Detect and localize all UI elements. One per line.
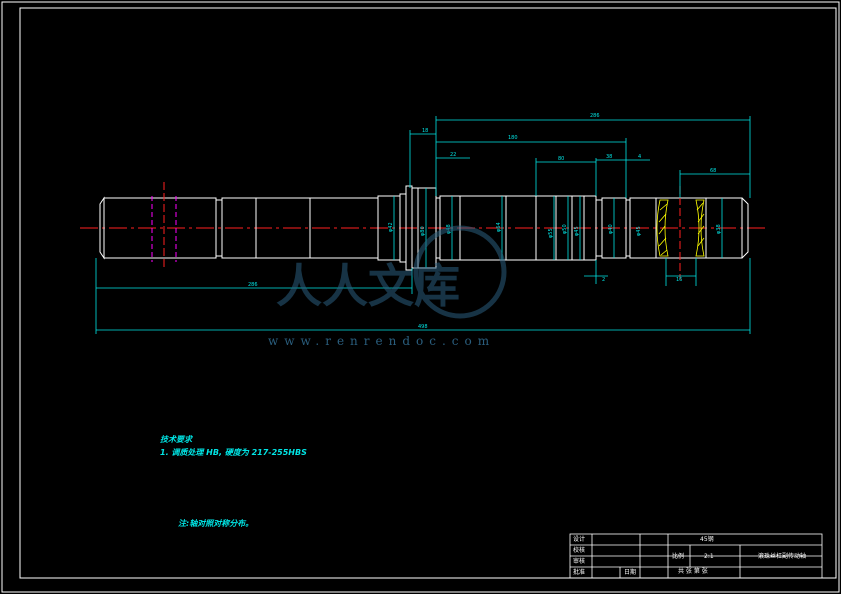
dia-8: φ40 [608, 224, 614, 234]
dim-mid-b: 38 [606, 154, 612, 160]
tb-drawing-name: 滚珠丝杠副传动轴 [758, 553, 807, 560]
tb-checker-label: 校核 [573, 547, 586, 554]
dia-2: φ80 [420, 226, 426, 236]
dim-mid-a: 80 [558, 156, 564, 162]
tb-reviewer-label: 审核 [573, 558, 586, 565]
dim-overall-length: 498 [418, 324, 428, 330]
tb-approver-label: 批准 [573, 569, 586, 576]
tb-scale-value: 2:1 [704, 553, 714, 560]
dim-small-gap: 2 [602, 277, 605, 283]
dim-mid-c: 4 [638, 154, 641, 160]
tb-sheet-count: 共 张 第 张 [678, 568, 708, 575]
dim-right-end: 68 [710, 168, 716, 174]
dim-top-sub: 22 [450, 152, 456, 158]
dia-7: φ45 [574, 226, 580, 236]
tb-material: 45钢 [700, 536, 714, 543]
notes-line-1: 1. 调质处理 HB, 硬度为 217-255HBS [160, 448, 307, 457]
dim-top-overall: 286 [590, 113, 600, 119]
dia-4: φ64 [496, 222, 502, 232]
dim-slot-width: 16 [676, 277, 682, 283]
watermark-brand: 人人文库 [276, 259, 460, 313]
dia-9: φ45 [636, 226, 642, 236]
dim-top-flange: 18 [422, 128, 428, 134]
dia-10: φ38 [716, 224, 722, 234]
watermark-url: www.renrendoc.com [268, 334, 496, 348]
dia-1: φ42 [388, 222, 394, 232]
dia-5: φ55 [548, 228, 554, 238]
tb-scale-label: 比例 [672, 553, 685, 560]
shaft-drawing: 286 18 180 22 80 38 4 68 16 2 286 498 φ4… [1, 1, 840, 593]
notes-heading: 技术要求 [160, 435, 192, 444]
dim-bottom-left: 286 [248, 282, 258, 288]
dia-6: φ50 [562, 224, 568, 234]
tb-date-label: 日期 [624, 569, 637, 576]
tb-designer-label: 设计 [573, 536, 586, 543]
notes-remark: 注:轴对照对称分布。 [178, 519, 254, 528]
dim-top-span: 180 [508, 135, 518, 141]
